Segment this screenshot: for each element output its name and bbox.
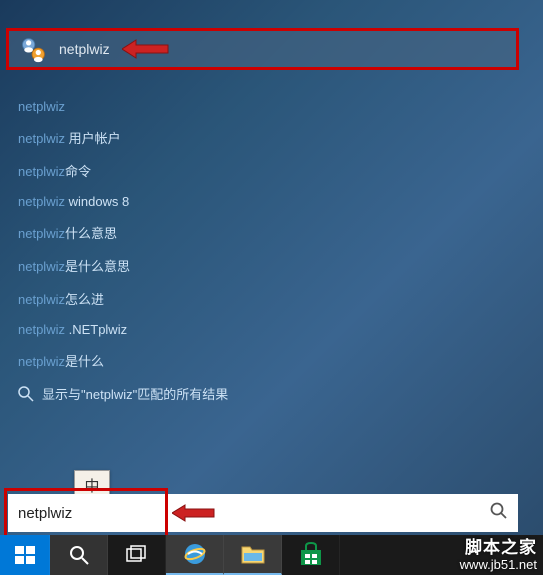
suggestion-item[interactable]: netplwiz是什么 (18, 344, 508, 377)
annotation-arrow-top (122, 38, 170, 65)
suggestion-item[interactable]: netplwiz 用户帐户 (18, 121, 508, 154)
suggestion-item[interactable]: netplwiz .NETplwiz (18, 315, 508, 344)
search-suggestions: netplwiz netplwiz 用户帐户 netplwiz命令 netplw… (18, 92, 508, 410)
task-view-button[interactable] (108, 535, 166, 575)
taskbar-explorer[interactable] (224, 535, 282, 575)
watermark-url: www.jb51.net (460, 558, 537, 572)
taskbar-search-button[interactable] (50, 535, 108, 575)
taskbar-ie[interactable] (166, 535, 224, 575)
watermark: 脚本之家 www.jb51.net (460, 539, 537, 572)
show-all-label: 显示与"netplwiz"匹配的所有结果 (42, 384, 228, 403)
user-accounts-icon (19, 35, 47, 63)
ie-icon (182, 541, 208, 567)
start-button[interactable] (0, 535, 50, 575)
top-result-label: netplwiz (59, 41, 110, 57)
annotation-search-highlight (4, 488, 168, 538)
suggestion-item[interactable]: netplwiz命令 (18, 154, 508, 187)
suggestion-item[interactable]: netplwiz (18, 92, 508, 121)
suggestion-item[interactable]: netplwiz windows 8 (18, 187, 508, 216)
store-icon (298, 542, 324, 568)
suggestion-item[interactable]: netplwiz是什么意思 (18, 249, 508, 282)
top-result[interactable]: netplwiz (6, 28, 519, 70)
suggestion-item[interactable]: netplwiz什么意思 (18, 216, 508, 249)
folder-icon (240, 543, 266, 565)
watermark-title: 脚本之家 (460, 539, 537, 558)
suggestion-item[interactable]: netplwiz怎么进 (18, 282, 508, 315)
annotation-arrow-bottom (172, 503, 216, 528)
windows-icon (13, 543, 37, 567)
taskbar-store[interactable] (282, 535, 340, 575)
search-icon[interactable] (490, 502, 508, 525)
task-view-icon (125, 545, 149, 565)
search-icon (68, 544, 90, 566)
search-icon (18, 386, 34, 402)
show-all-results[interactable]: 显示与"netplwiz"匹配的所有结果 (18, 377, 508, 410)
